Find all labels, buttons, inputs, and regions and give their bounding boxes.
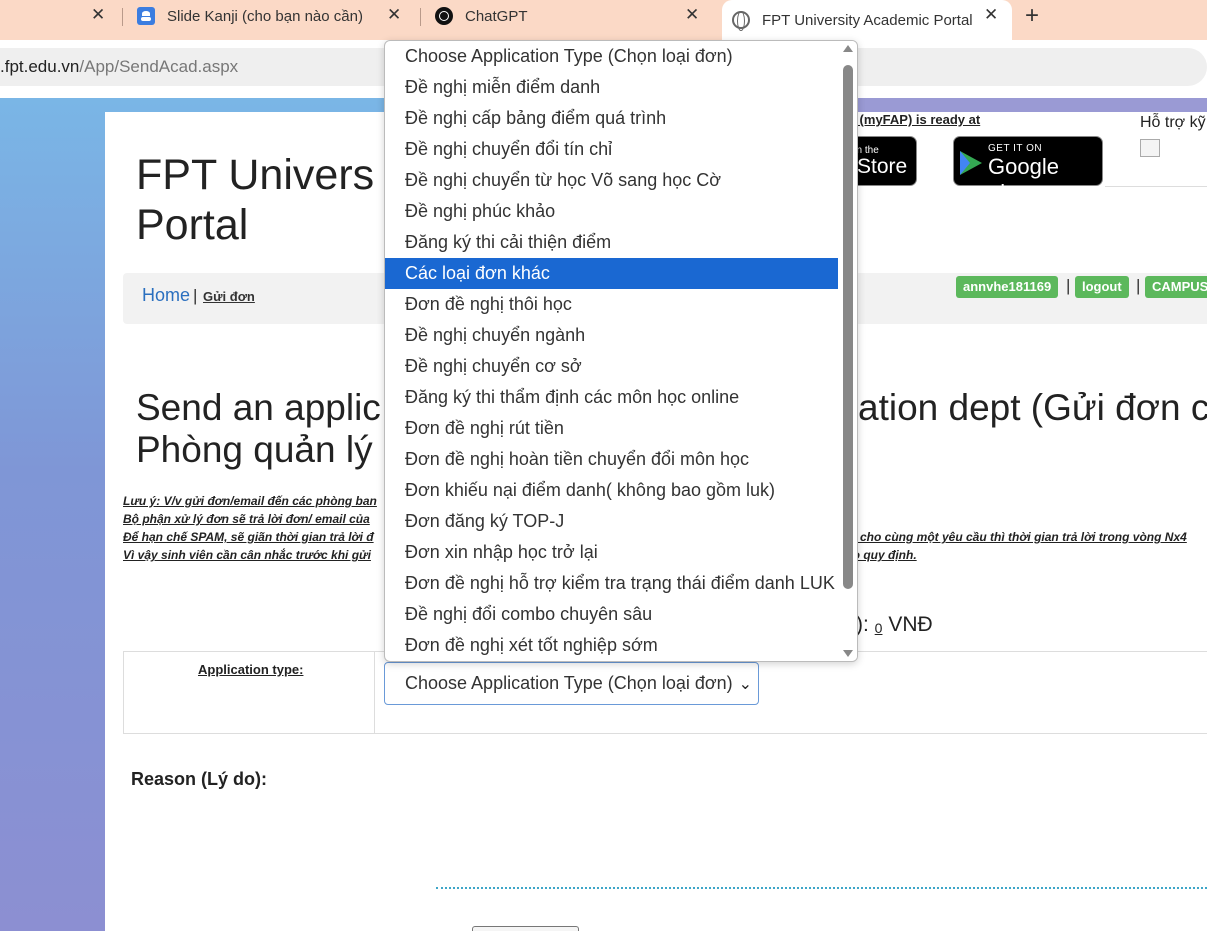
campus-badge[interactable]: CAMPUS [1145,276,1207,298]
chatgpt-icon [435,7,453,25]
scroll-up-icon[interactable] [843,45,853,52]
myfap-notice[interactable]: p (myFAP) is ready at [848,112,980,127]
dropdown-option[interactable]: Đơn khiếu nại điểm danh( không bao gồm l… [385,475,838,506]
google-slides-icon [137,7,155,25]
application-type-dropdown[interactable]: Choose Application Type (Chọn loại đơn) Đ… [384,40,858,662]
note-line-1: Lưu ý: V/v gửi đơn/email đến các phòng b… [123,494,377,508]
dropdown-option[interactable]: Đề nghị chuyển cơ sở [385,351,838,382]
site-title-line2: Portal [136,201,249,249]
breadcrumb-separator: | [193,286,198,305]
support-label: Hỗ trợ kỹ [1140,114,1206,131]
dropdown-option[interactable]: Đề nghị cấp bảng điểm quá trình [385,103,838,134]
google-play-big: Google play [988,154,1059,205]
dropdown-option[interactable]: Các loại đơn khác [385,258,838,289]
heading-line1-right: ation dept (Gửi đơn ch [858,387,1207,428]
app-store-big: Store [857,155,908,178]
google-play-small: GET IT ON [988,143,1043,154]
tab-close-icon[interactable]: ✕ [91,5,105,25]
header-divider [1105,186,1207,187]
nav-separator: | [1066,276,1071,295]
table-divider [374,652,375,733]
nav-separator: | [1136,276,1141,295]
username-badge[interactable]: annvhe181169 [956,276,1059,298]
dropdown-option[interactable]: Đề nghị đổi combo chuyên sâu [385,599,838,630]
dropdown-option[interactable]: Đề nghị chuyển từ học Võ sang học Cờ [385,165,838,196]
dropdown-option[interactable]: Đơn xin nhập học trở lại [385,537,838,568]
browser-tab-strip: ✕ Slide Kanji (cho bạn nào cần) ✕ ChatGP… [0,0,1207,40]
reason-editor[interactable] [436,887,1207,889]
dropdown-option[interactable]: Đơn đề nghị rút tiền [385,413,838,444]
page-heading: Send an applic ation dept (Gửi đơn ch Phò… [136,387,1207,471]
dropdown-option[interactable]: Choose Application Type (Chọn loại đơn) [385,41,838,72]
site-title: FPT Univers Portal [136,150,396,250]
url-path: /App/SendAcad.aspx [79,57,239,76]
tab-slide-kanji[interactable]: Slide Kanji (cho bạn nào cần) ✕ [128,0,418,32]
tab-chatgpt[interactable]: ChatGPT ✕ [426,0,716,32]
note-line-3: Để hạn chế SPAM, sẽ giãn thời gian trả l… [123,530,374,544]
chevron-down-icon: ⌄ [738,676,752,693]
fee-amount: ): 0 VNĐ [856,613,933,637]
fee-unit: VNĐ [888,613,933,636]
google-play-icon-part [960,151,970,175]
application-type-select[interactable]: Choose Application Type (Chọn loại đơn) … [384,662,759,705]
dropdown-option[interactable]: Đơn đề nghị hoàn tiền chuyển đổi môn học [385,444,838,475]
tab-title: Slide Kanji (cho bạn nào cần) [167,7,363,25]
dropdown-option[interactable]: Đơn đăng ký TOP-J [385,506,838,537]
dropdown-scrollbar[interactable] [839,41,857,661]
dropdown-option[interactable]: Đề nghị chuyển đổi tín chỉ [385,134,838,165]
tab-close-icon[interactable]: ✕ [984,5,998,25]
scroll-down-icon[interactable] [843,650,853,657]
dropdown-option[interactable]: Đề nghị miễn điểm danh [385,72,838,103]
heading-line1-left: Send an applic [136,387,381,428]
new-tab-button[interactable]: + [1025,2,1039,30]
application-type-label: Application type: [198,662,304,677]
dropdown-option[interactable]: Đề nghị chuyển ngành [385,320,838,351]
tab-separator [420,8,421,26]
logout-button[interactable]: logout [1075,276,1129,298]
tab-title: FPT University Academic Portal [762,11,973,29]
select-value: Choose Application Type (Chọn loại đơn) [405,673,733,693]
fee-value: 0 [874,620,883,636]
note-line-4: Vì vậy sinh viên cần cân nhắc trước khi … [123,548,371,562]
site-title-line1: FPT Univers [136,151,375,199]
globe-icon [732,11,750,31]
tab-fpt-portal[interactable]: FPT University Academic Portal ✕ [722,0,1012,40]
reason-label: Reason (Lý do): [131,769,268,789]
tab-separator [122,8,123,26]
tab-title: ChatGPT [465,7,528,25]
dropdown-option[interactable]: Đề nghị phúc khảo [385,196,838,227]
heading-line1: Send an applic ation dept (Gửi đơn ch [136,387,1207,429]
note-line-2: Bộ phận xử lý đơn sẽ trả lời đơn/ email … [123,512,370,526]
submit-button[interactable] [472,926,579,931]
url-host: .fpt.edu.vn [0,57,80,76]
tab-0[interactable]: ✕ [0,0,120,32]
dropdown-option[interactable]: Đăng ký thi thẩm định các môn học online [385,382,838,413]
dropdown-option[interactable]: Đăng ký thi cải thiện điểm [385,227,838,258]
scrollbar-thumb[interactable] [843,65,853,589]
broken-image-icon [1140,139,1160,157]
breadcrumb-current[interactable]: Gửi đơn [203,289,255,304]
tab-close-icon[interactable]: ✕ [685,5,699,25]
heading-line2: Phòng quản lý [136,429,373,470]
dropdown-option[interactable]: Đơn đề nghị thôi học [385,289,838,320]
dropdown-option[interactable]: Đơn đề nghị xét tốt nghiệp sớm [385,630,838,661]
note-line-3-continued: 1) cho cùng một yêu cầu thì thời gian tr… [846,530,1187,544]
google-play-badge[interactable]: GET IT ON Google play [953,136,1103,205]
tab-close-icon[interactable]: ✕ [387,5,401,25]
breadcrumb-home-link[interactable]: Home [142,285,190,306]
dropdown-option[interactable]: Đơn đề nghị hỗ trợ kiểm tra trạng thái đ… [385,568,838,599]
